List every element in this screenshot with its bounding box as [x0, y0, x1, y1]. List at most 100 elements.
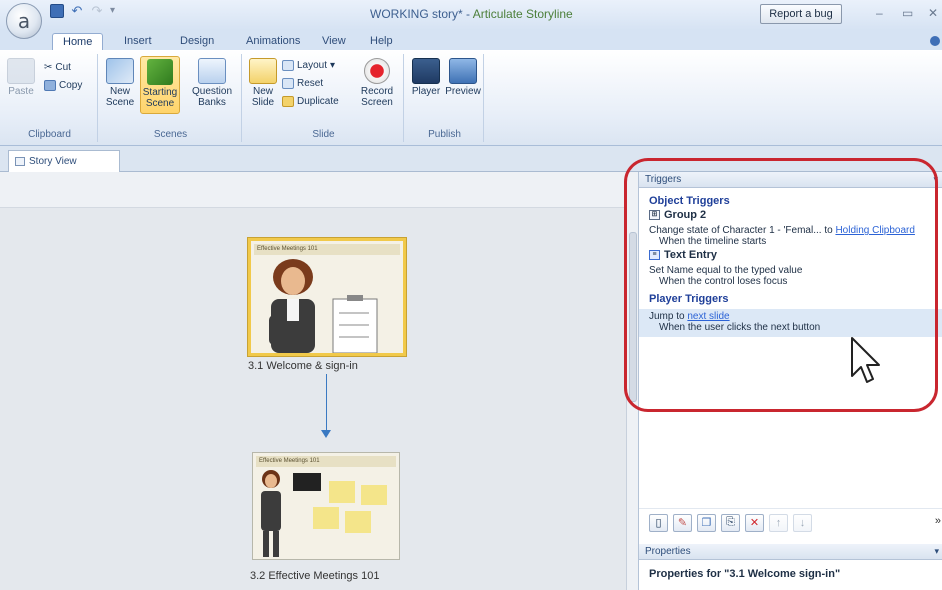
preview-label: Preview — [445, 86, 481, 97]
new-trigger-icon[interactable]: ▯ — [649, 513, 668, 532]
tab-view[interactable]: View — [312, 33, 356, 50]
trigger-action[interactable]: Change state of Character 1 - 'Femal... … — [649, 225, 933, 236]
tab-home[interactable]: Home — [52, 33, 104, 50]
reset-button[interactable]: Reset — [282, 78, 323, 89]
tab-animations[interactable]: Animations — [236, 33, 310, 50]
duplicate-icon — [282, 96, 294, 107]
trigger-action-text: Jump to — [649, 311, 688, 322]
object-triggers-heading: Object Triggers — [649, 195, 730, 207]
paste-button[interactable]: Paste — [6, 58, 36, 97]
record-icon — [364, 58, 390, 84]
slide-group-label: Slide — [312, 129, 335, 140]
paste-label: Paste — [8, 86, 34, 97]
trigger-object-label: Text Entry — [664, 249, 717, 261]
redo-icon[interactable]: ↷ — [90, 4, 104, 18]
tab-story-view[interactable]: Story View — [8, 150, 120, 172]
edit-trigger-icon[interactable]: ✎ — [673, 513, 692, 532]
group-slide: New Slide Layout ▾ Reset Duplicate Record… — [244, 54, 404, 142]
layout-label: Layout — [297, 60, 328, 71]
group-scenes: New Scene Starting Scene Question Banks … — [100, 54, 242, 142]
layout-icon — [282, 60, 294, 71]
mouse-pointer-icon — [851, 337, 880, 383]
preview-button[interactable]: Preview — [445, 58, 481, 97]
clipboard-group-label: Clipboard — [28, 129, 71, 140]
trigger-action-text: Change state of Character 1 - 'Femal... … — [649, 225, 836, 236]
triggers-toolbar: ▯ ✎ ❐ ⎘ ✕ ↑ ↓ » — [639, 508, 942, 536]
delete-trigger-icon[interactable]: ✕ — [745, 513, 764, 532]
app-menu-button[interactable]: a — [6, 3, 42, 39]
minimize-icon[interactable]: – — [876, 6, 883, 20]
slide-header: Effective Meetings 101 — [254, 244, 400, 255]
question-banks-label: Question Banks — [191, 86, 233, 108]
move-down-icon[interactable]: ↓ — [793, 513, 812, 532]
properties-panel-header: Properties ▾ — [639, 544, 942, 560]
window-title: WORKING story* - Articulate Storyline — [370, 7, 573, 21]
collapse-icon[interactable]: » — [935, 515, 941, 527]
story-canvas[interactable]: Effective Meetings 101 3.1 Welcome & sig… — [0, 172, 626, 590]
scissors-icon: ✂ — [44, 62, 53, 73]
copy-trigger-icon[interactable]: ❐ — [697, 513, 716, 532]
new-slide-button[interactable]: New Slide — [248, 58, 278, 108]
trigger-object-text-entry[interactable]: ≡ Text Entry — [649, 249, 933, 261]
document-title: WORKING story* - — [370, 7, 473, 21]
triggers-panel-title: Triggers — [645, 174, 682, 185]
report-bug-button[interactable]: Report a bug — [760, 4, 842, 24]
trigger-object-label: Group 2 — [664, 209, 707, 221]
tab-help[interactable]: Help — [360, 33, 403, 50]
ribbon-tabs: Home Insert Design Animations View Help — [0, 30, 942, 50]
slide-caption-3-2[interactable]: 3.2 Effective Meetings 101 — [250, 570, 379, 582]
document-tab-bar: Story View — [0, 146, 942, 172]
tab-design[interactable]: Design — [170, 33, 224, 50]
save-icon[interactable] — [50, 4, 64, 18]
trigger-action[interactable]: Jump to next slide — [649, 311, 933, 322]
maximize-icon[interactable]: ▭ — [902, 6, 913, 20]
player-button[interactable]: Player — [410, 58, 442, 97]
canvas-scrollbar[interactable] — [626, 172, 638, 590]
help-icon[interactable] — [930, 36, 940, 46]
properties-panel: Properties ▾ — [639, 544, 942, 560]
flag-icon — [147, 59, 173, 85]
trigger-action-link[interactable]: Holding Clipboard — [835, 225, 915, 236]
new-scene-button[interactable]: New Scene — [104, 58, 136, 108]
record-screen-button[interactable]: Record Screen — [354, 58, 400, 108]
chevron-down-icon: ▾ — [330, 60, 336, 71]
trigger-condition: When the user clicks the next button — [659, 322, 821, 333]
new-scene-icon — [106, 58, 134, 84]
paste-icon — [7, 58, 35, 84]
group-publish: Player Preview Publish — [406, 54, 484, 142]
trigger-action[interactable]: Set Name equal to the typed value — [649, 265, 933, 276]
panel-menu-icon[interactable]: ▾ — [933, 172, 938, 187]
copy-button[interactable]: Copy — [44, 80, 82, 91]
selected-player-trigger[interactable]: Jump to next slide When the user clicks … — [639, 309, 942, 337]
scrollbar-thumb[interactable] — [629, 232, 637, 402]
publish-group-label: Publish — [428, 129, 461, 140]
duplicate-button[interactable]: Duplicate — [282, 96, 339, 107]
quick-access-toolbar: ↶ ↷ ▾ — [50, 4, 124, 18]
undo-icon[interactable]: ↶ — [70, 4, 84, 18]
question-banks-button[interactable]: Question Banks — [188, 58, 236, 108]
trigger-condition: When the timeline starts — [659, 236, 767, 247]
tab-insert[interactable]: Insert — [114, 33, 162, 50]
slide-illustration — [269, 259, 378, 353]
slide-thumbnail-3-1[interactable]: Effective Meetings 101 — [248, 238, 406, 356]
layout-button[interactable]: Layout ▾ — [282, 60, 335, 71]
paste-trigger-icon[interactable]: ⎘ — [721, 513, 740, 532]
close-icon[interactable]: ✕ — [928, 6, 938, 20]
panel-menu-icon[interactable]: ▾ — [934, 544, 939, 559]
group-icon: ⊞ — [649, 210, 660, 220]
trigger-condition: When the control loses focus — [659, 276, 788, 287]
ribbon: Paste ✂ Cut Copy Clipboard New Scene Star… — [0, 50, 942, 146]
trigger-action-link[interactable]: next slide — [687, 311, 729, 322]
player-triggers-heading: Player Triggers — [649, 293, 729, 305]
title-bar: ↶ ↷ ▾ WORKING story* - Articulate Storyl… — [0, 0, 942, 30]
slide-caption-3-1[interactable]: 3.1 Welcome & sign-in — [248, 360, 358, 372]
starting-scene-label: Starting Scene — [142, 87, 178, 109]
slide-thumbnail-3-2[interactable]: Effective Meetings 101 — [252, 452, 400, 560]
trigger-object-group[interactable]: ⊞ Group 2 — [649, 209, 933, 221]
customize-toolbar-icon[interactable]: ▾ — [110, 4, 124, 18]
cut-button[interactable]: ✂ Cut — [44, 62, 71, 73]
move-up-icon[interactable]: ↑ — [769, 513, 788, 532]
duplicate-label: Duplicate — [297, 96, 339, 107]
starting-scene-button[interactable]: Starting Scene — [140, 56, 180, 114]
story-view-label: Story View — [29, 156, 77, 167]
